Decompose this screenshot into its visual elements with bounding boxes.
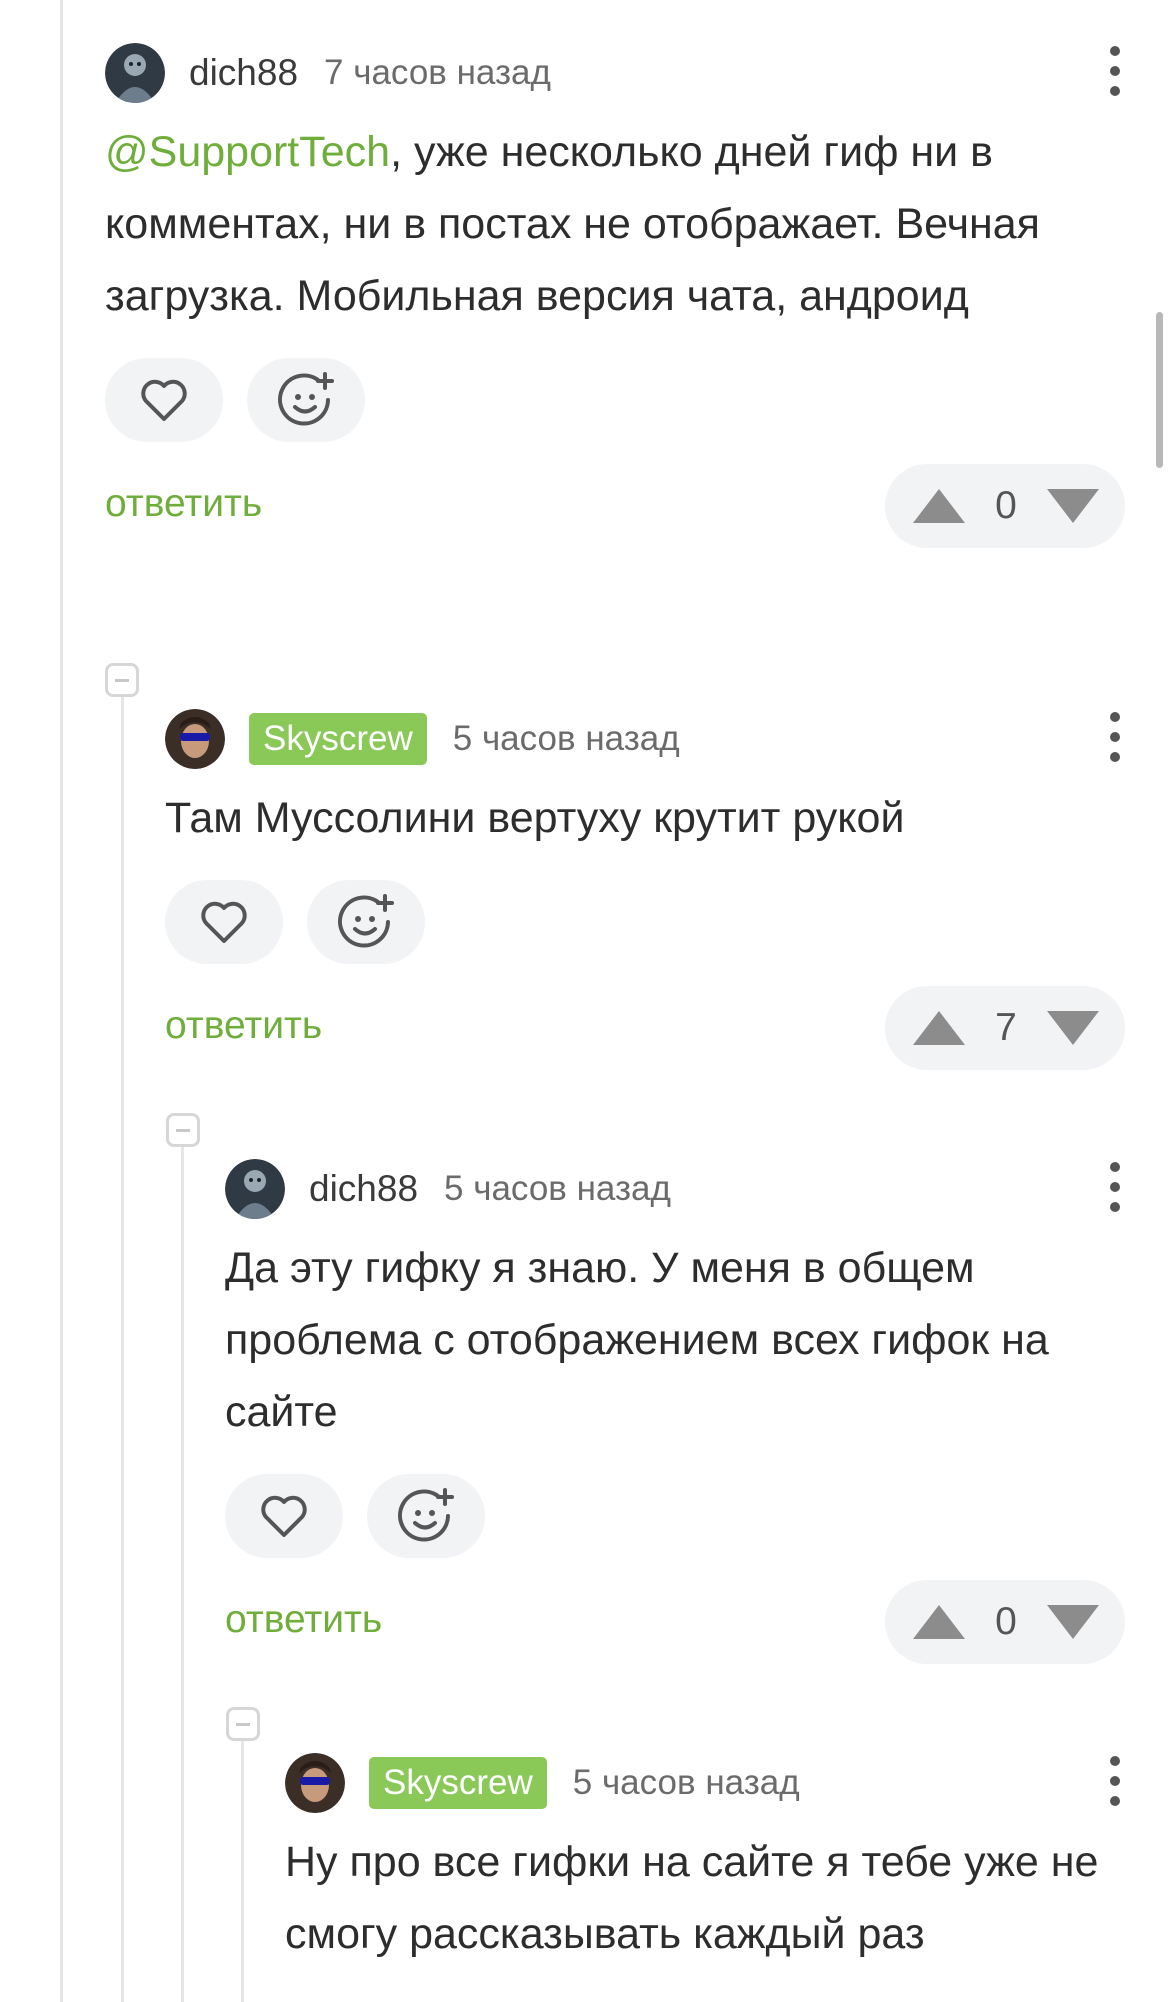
rating-count: 0 [995,484,1017,527]
thread-line [121,695,124,2002]
add-reaction-icon [338,894,394,948]
comment-text: @SupportTech, уже несколько дней гиф ни … [105,116,1125,332]
heart-icon [261,1495,307,1537]
add-reaction-icon [278,372,334,426]
downvote-icon[interactable] [1046,1011,1099,1045]
reactions [105,358,1125,442]
upvote-icon[interactable] [913,1605,965,1639]
collapse-icon[interactable] [226,1707,260,1741]
user-mention[interactable]: @SupportTech [105,128,390,176]
avatar[interactable] [285,1753,345,1813]
heart-icon [141,379,187,421]
add-reaction-button[interactable] [367,1474,485,1558]
reactions [225,1474,1125,1558]
more-icon[interactable] [1105,1756,1125,1806]
author-badge[interactable]: Skyscrew [249,713,427,765]
downvote-icon[interactable] [1046,489,1099,523]
reply-button[interactable]: ответить [165,1004,322,1048]
comment: dich88 5 часов назад Да эту гифку я знаю… [225,1158,1125,1664]
comment-actions: ответить 7 [165,986,1125,1070]
comment-actions: ответить 0 [105,464,1125,548]
like-button[interactable] [165,880,283,964]
comment-header: dich88 5 часов назад [225,1158,1125,1220]
avatar[interactable] [105,43,165,103]
upvote-icon[interactable] [913,1011,965,1045]
avatar[interactable] [225,1159,285,1219]
rating-widget: 7 [885,986,1125,1070]
comment-header: Skyscrew 5 часов назад [285,1752,1125,1814]
comment-actions: ответить 0 [225,1580,1125,1664]
upvote-icon[interactable] [913,489,965,523]
author-badge[interactable]: Skyscrew [369,1757,547,1809]
more-icon[interactable] [1105,1162,1125,1212]
comment-body: Там Муссолини вертуху крутит рукой [165,794,905,842]
rating-count: 0 [995,1600,1017,1643]
add-reaction-button[interactable] [307,880,425,964]
downvote-icon[interactable] [1046,1605,1099,1639]
comment-time[interactable]: 5 часов назад [444,1169,671,1209]
rating-count: 7 [995,1006,1017,1049]
comment-time[interactable]: 5 часов назад [453,719,680,759]
comment: Skyscrew 5 часов назад Там Муссолини вер… [165,708,1125,1070]
thread-line [181,1146,184,2002]
comment-time[interactable]: 5 часов назад [573,1763,800,1803]
comment-time[interactable]: 7 часов назад [324,53,551,93]
like-button[interactable] [105,358,223,442]
reactions [165,880,1125,964]
comment: dich88 7 часов назад @SupportTech, уже н… [105,42,1125,548]
reply-button[interactable]: ответить [225,1598,382,1642]
comment: Skyscrew 5 часов назад Ну про все гифки … [285,1752,1125,1970]
rating-widget: 0 [885,1580,1125,1664]
thread-line [241,1740,244,2002]
add-reaction-button[interactable] [247,358,365,442]
rating-widget: 0 [885,464,1125,548]
scrollbar[interactable] [1156,312,1163,468]
comment-body: Ну про все гифки на сайте я тебе уже не … [285,1838,1099,1958]
more-icon[interactable] [1105,712,1125,762]
author-name[interactable]: dich88 [309,1168,418,1210]
more-icon[interactable] [1105,46,1125,96]
comment-header: Skyscrew 5 часов назад [165,708,1125,770]
comment-body: Да эту гифку я знаю. У меня в общем проб… [225,1244,1049,1436]
comment-header: dich88 7 часов назад [105,42,1125,104]
like-button[interactable] [225,1474,343,1558]
avatar[interactable] [165,709,225,769]
author-name[interactable]: dich88 [189,52,298,94]
thread-line [60,0,63,2002]
reply-button[interactable]: ответить [105,482,262,526]
add-reaction-icon [398,1488,454,1542]
collapse-icon[interactable] [105,663,139,697]
collapse-icon[interactable] [166,1113,200,1147]
heart-icon [201,901,247,943]
